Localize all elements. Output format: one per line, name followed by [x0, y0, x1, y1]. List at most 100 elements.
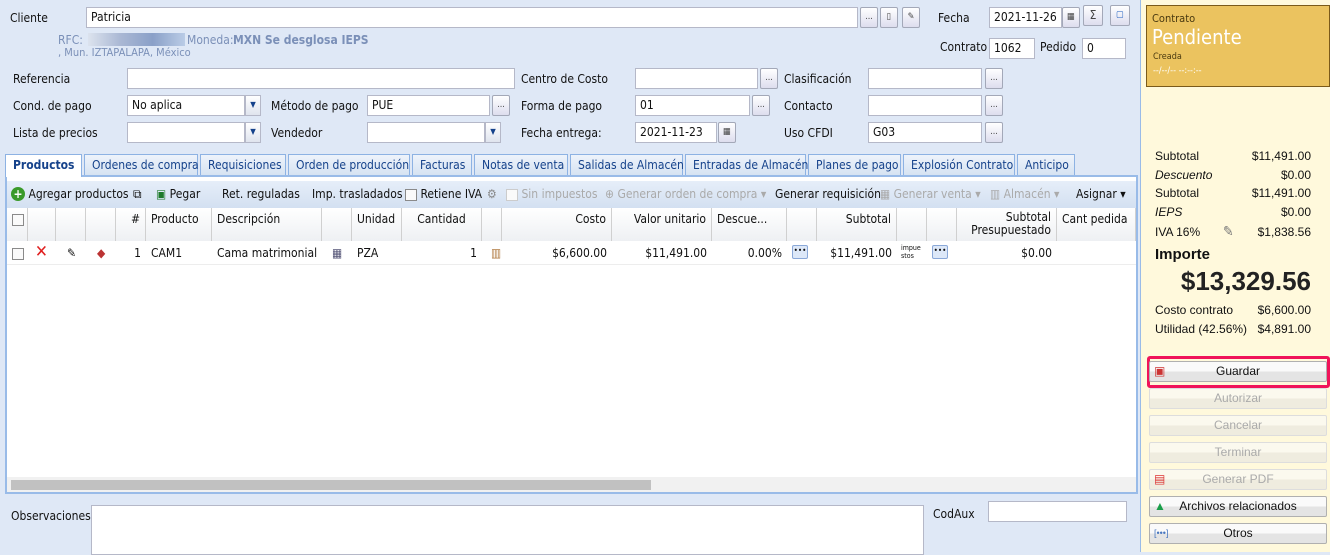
cell-impuestos[interactable]: impuestos — [899, 241, 925, 265]
imp-trasladados-button[interactable]: Imp. trasladados — [312, 187, 403, 201]
fecha-input[interactable]: 2021-11-26 — [989, 7, 1062, 28]
header-blank — [56, 208, 86, 241]
row-checkbox[interactable] — [7, 241, 29, 265]
archivos-relacionados-button[interactable]: ▲ Archivos relacionados — [1149, 496, 1327, 517]
guardar-button[interactable]: ▣ Guardar — [1149, 361, 1327, 382]
header-unidad[interactable]: Unidad — [352, 208, 402, 241]
header-valor-unitario[interactable]: Valor unitario — [612, 208, 712, 241]
edit-icon[interactable]: ✎ — [62, 241, 81, 265]
more-icon[interactable]: ••• — [792, 245, 808, 259]
chevron-down-icon[interactable]: ▼ — [245, 122, 261, 143]
header-subtotal[interactable]: Subtotal — [817, 208, 897, 241]
clasificacion-input[interactable] — [868, 68, 982, 89]
moneda-label: Moneda: — [187, 33, 234, 47]
new-document-icon[interactable]: ▯ — [880, 7, 898, 28]
metodo-pago-button[interactable]: ... — [492, 95, 510, 116]
delete-icon[interactable]: ✕ — [30, 241, 53, 265]
cliente-search-button[interactable]: ... — [860, 7, 878, 28]
tab-productos[interactable]: Productos — [5, 154, 82, 177]
calendar-icon[interactable]: ▦ — [718, 122, 736, 143]
lista-precios-select[interactable] — [127, 122, 245, 143]
uso-cfdi-input[interactable]: G03 — [868, 122, 982, 143]
forma-pago-button[interactable]: ... — [752, 95, 770, 116]
edit-iva-icon[interactable]: ✎ — [1223, 224, 1234, 240]
generar-requisicion-button[interactable]: Generar requisición — [775, 187, 881, 201]
otros-button[interactable]: [•••] Otros — [1149, 523, 1327, 544]
clasificacion-button[interactable]: ... — [985, 68, 1003, 89]
centro-costo-button[interactable]: ... — [760, 68, 778, 89]
contacto-button[interactable]: ... — [985, 95, 1003, 116]
metodo-pago-input[interactable]: PUE — [367, 95, 490, 116]
forma-pago-input[interactable]: 01 — [635, 95, 750, 116]
codaux-input[interactable] — [988, 501, 1127, 522]
expand-icon[interactable]: ▢ — [1110, 5, 1130, 26]
cliente-label: Cliente — [10, 11, 48, 25]
uso-cfdi-button[interactable]: ... — [985, 122, 1003, 143]
chevron-down-icon[interactable]: ▼ — [245, 95, 261, 116]
ret-reguladas-button[interactable]: Ret. reguladas — [222, 187, 300, 201]
address: , Mun. IZTAPALAPA, México — [58, 46, 191, 59]
header-producto[interactable]: Producto — [146, 208, 212, 241]
cancelar-button[interactable]: Cancelar — [1149, 415, 1327, 436]
tab-facturas[interactable]: Facturas — [412, 154, 472, 175]
cond-pago-select[interactable]: No aplica — [127, 95, 245, 116]
tab-anticipo[interactable]: Anticipo — [1017, 154, 1075, 175]
save-icon: ▣ — [1154, 364, 1166, 378]
horizontal-scrollbar[interactable] — [7, 477, 1136, 492]
centro-costo-label: Centro de Costo — [521, 72, 608, 86]
copy-icon[interactable]: ⧉ — [133, 187, 142, 202]
vendedor-select[interactable] — [367, 122, 485, 143]
cliente-input[interactable]: Patricia — [86, 7, 858, 28]
almacen-button[interactable]: ▥ Almacén ▾ — [990, 187, 1059, 201]
tab-entradas-de-almac-n[interactable]: Entradas de Almacén — [685, 154, 808, 175]
header-num[interactable]: # — [116, 208, 146, 241]
contrato-input[interactable]: 1062 — [989, 38, 1035, 59]
header-cantidad[interactable]: Cantidad — [402, 208, 482, 241]
moneda-value: MXN Se desglosa IEPS — [233, 33, 369, 47]
scrollbar-thumb[interactable] — [11, 480, 651, 490]
pegar-button[interactable]: ▣ Pegar — [156, 187, 200, 201]
select-all-checkbox[interactable] — [7, 208, 28, 241]
cell-descuento: 0.00% — [747, 246, 782, 260]
generar-orden-compra-button[interactable]: ⊕ Generar orden de compra ▾ — [605, 187, 766, 201]
observaciones-textarea[interactable] — [91, 505, 924, 555]
autorizar-button[interactable]: Autorizar — [1149, 388, 1327, 409]
generar-pdf-button[interactable]: ▤ Generar PDF — [1149, 469, 1327, 490]
settings-icon[interactable]: ⚙ — [487, 187, 497, 201]
tab-explosi-n-contrato[interactable]: Explosión Contrato — [903, 154, 1015, 175]
tab-orden-de-producci-n[interactable]: Orden de producción — [288, 154, 410, 175]
tab-notas-de-venta[interactable]: Notas de venta — [474, 154, 568, 175]
tab-planes-de-pago[interactable]: Planes de pago — [808, 154, 901, 175]
header-descuento[interactable]: Descue... — [712, 208, 787, 241]
agregar-productos-button[interactable]: + Agregar productos — [11, 187, 129, 201]
tab-ordenes-de-compra[interactable]: Ordenes de compra — [84, 154, 199, 175]
utilidad-row: Utilidad (42.56%) $4,891.00 — [1155, 322, 1311, 336]
book-icon[interactable]: ◆ — [92, 241, 110, 265]
chevron-down-icon[interactable]: ▼ — [485, 122, 501, 143]
descuento-row: Descuento $0.00 — [1155, 168, 1311, 182]
header-subtotal-presupuestado[interactable]: Subtotal Presupuestado — [957, 208, 1057, 241]
more-icon[interactable]: ••• — [932, 245, 948, 259]
retiene-iva-checkbox[interactable]: Retiene IVA — [405, 187, 482, 201]
header-cant-pedida[interactable]: Cant pedida — [1057, 208, 1136, 241]
tab-requisiciones[interactable]: Requisiciones — [200, 154, 286, 175]
ieps-row: IEPS $0.00 — [1155, 205, 1311, 219]
tab-salidas-de-almac-n[interactable]: Salidas de Almacén — [570, 154, 684, 175]
fecha-entrega-input[interactable]: 2021-11-23 — [635, 122, 717, 143]
sigma-button[interactable]: Σ — [1083, 5, 1103, 26]
sin-impuestos-checkbox[interactable]: Sin impuestos — [506, 187, 598, 201]
contacto-input[interactable] — [868, 95, 982, 116]
referencia-input[interactable] — [127, 68, 515, 89]
more-icon: [•••] — [1154, 528, 1169, 538]
terminar-button[interactable]: Terminar — [1149, 442, 1327, 463]
asignar-button[interactable]: Asignar ▾ — [1076, 187, 1126, 201]
centro-costo-input[interactable] — [635, 68, 758, 89]
calendar-icon[interactable]: ▦ — [1062, 7, 1080, 28]
grid-icon[interactable]: ▦ — [327, 241, 347, 265]
pedido-input[interactable]: 0 — [1082, 38, 1126, 59]
header-costo[interactable]: Costo — [502, 208, 612, 241]
edit-document-icon[interactable]: ✎ — [902, 7, 920, 28]
forma-pago-label: Forma de pago — [521, 99, 603, 113]
generar-venta-button[interactable]: ▦ Generar venta ▾ — [880, 187, 981, 201]
header-descripcion[interactable]: Descripción — [212, 208, 322, 241]
